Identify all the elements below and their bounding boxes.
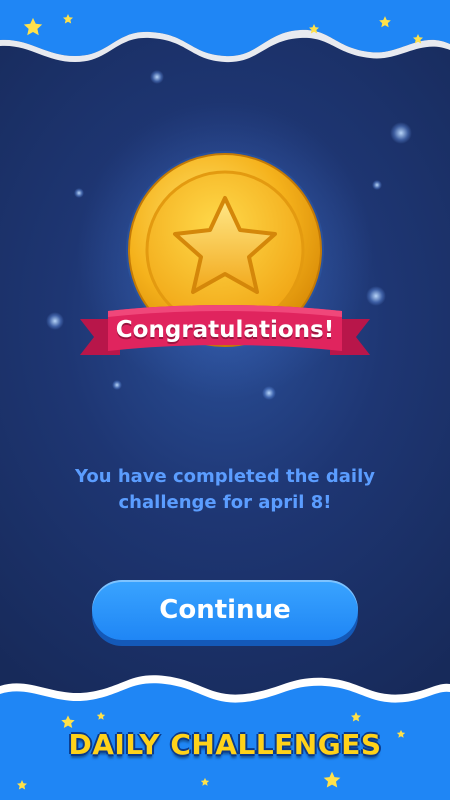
congratulations-text: Congratulations! [115,317,335,343]
star-icon [308,20,320,39]
star-icon [350,708,362,727]
sparkle [46,312,64,330]
star-icon [200,772,210,791]
sparkle [74,188,84,198]
star-icon [22,16,44,42]
sparkle [372,180,382,190]
daily-challenge-complete-screen: Congratulations! You have completed the … [0,0,450,800]
continue-button[interactable]: Continue [92,580,358,640]
star-icon [96,706,106,725]
star-icon [62,10,74,29]
star-icon [16,776,28,795]
sparkle [112,380,122,390]
sparkle [390,122,412,144]
star-icon [412,30,424,49]
star-icon [322,770,342,794]
daily-challenges-title: DAILY CHALLENGES [68,728,382,761]
sparkle [150,70,164,84]
completion-message: You have completed the daily challenge f… [74,466,375,513]
star-icon [378,14,392,33]
